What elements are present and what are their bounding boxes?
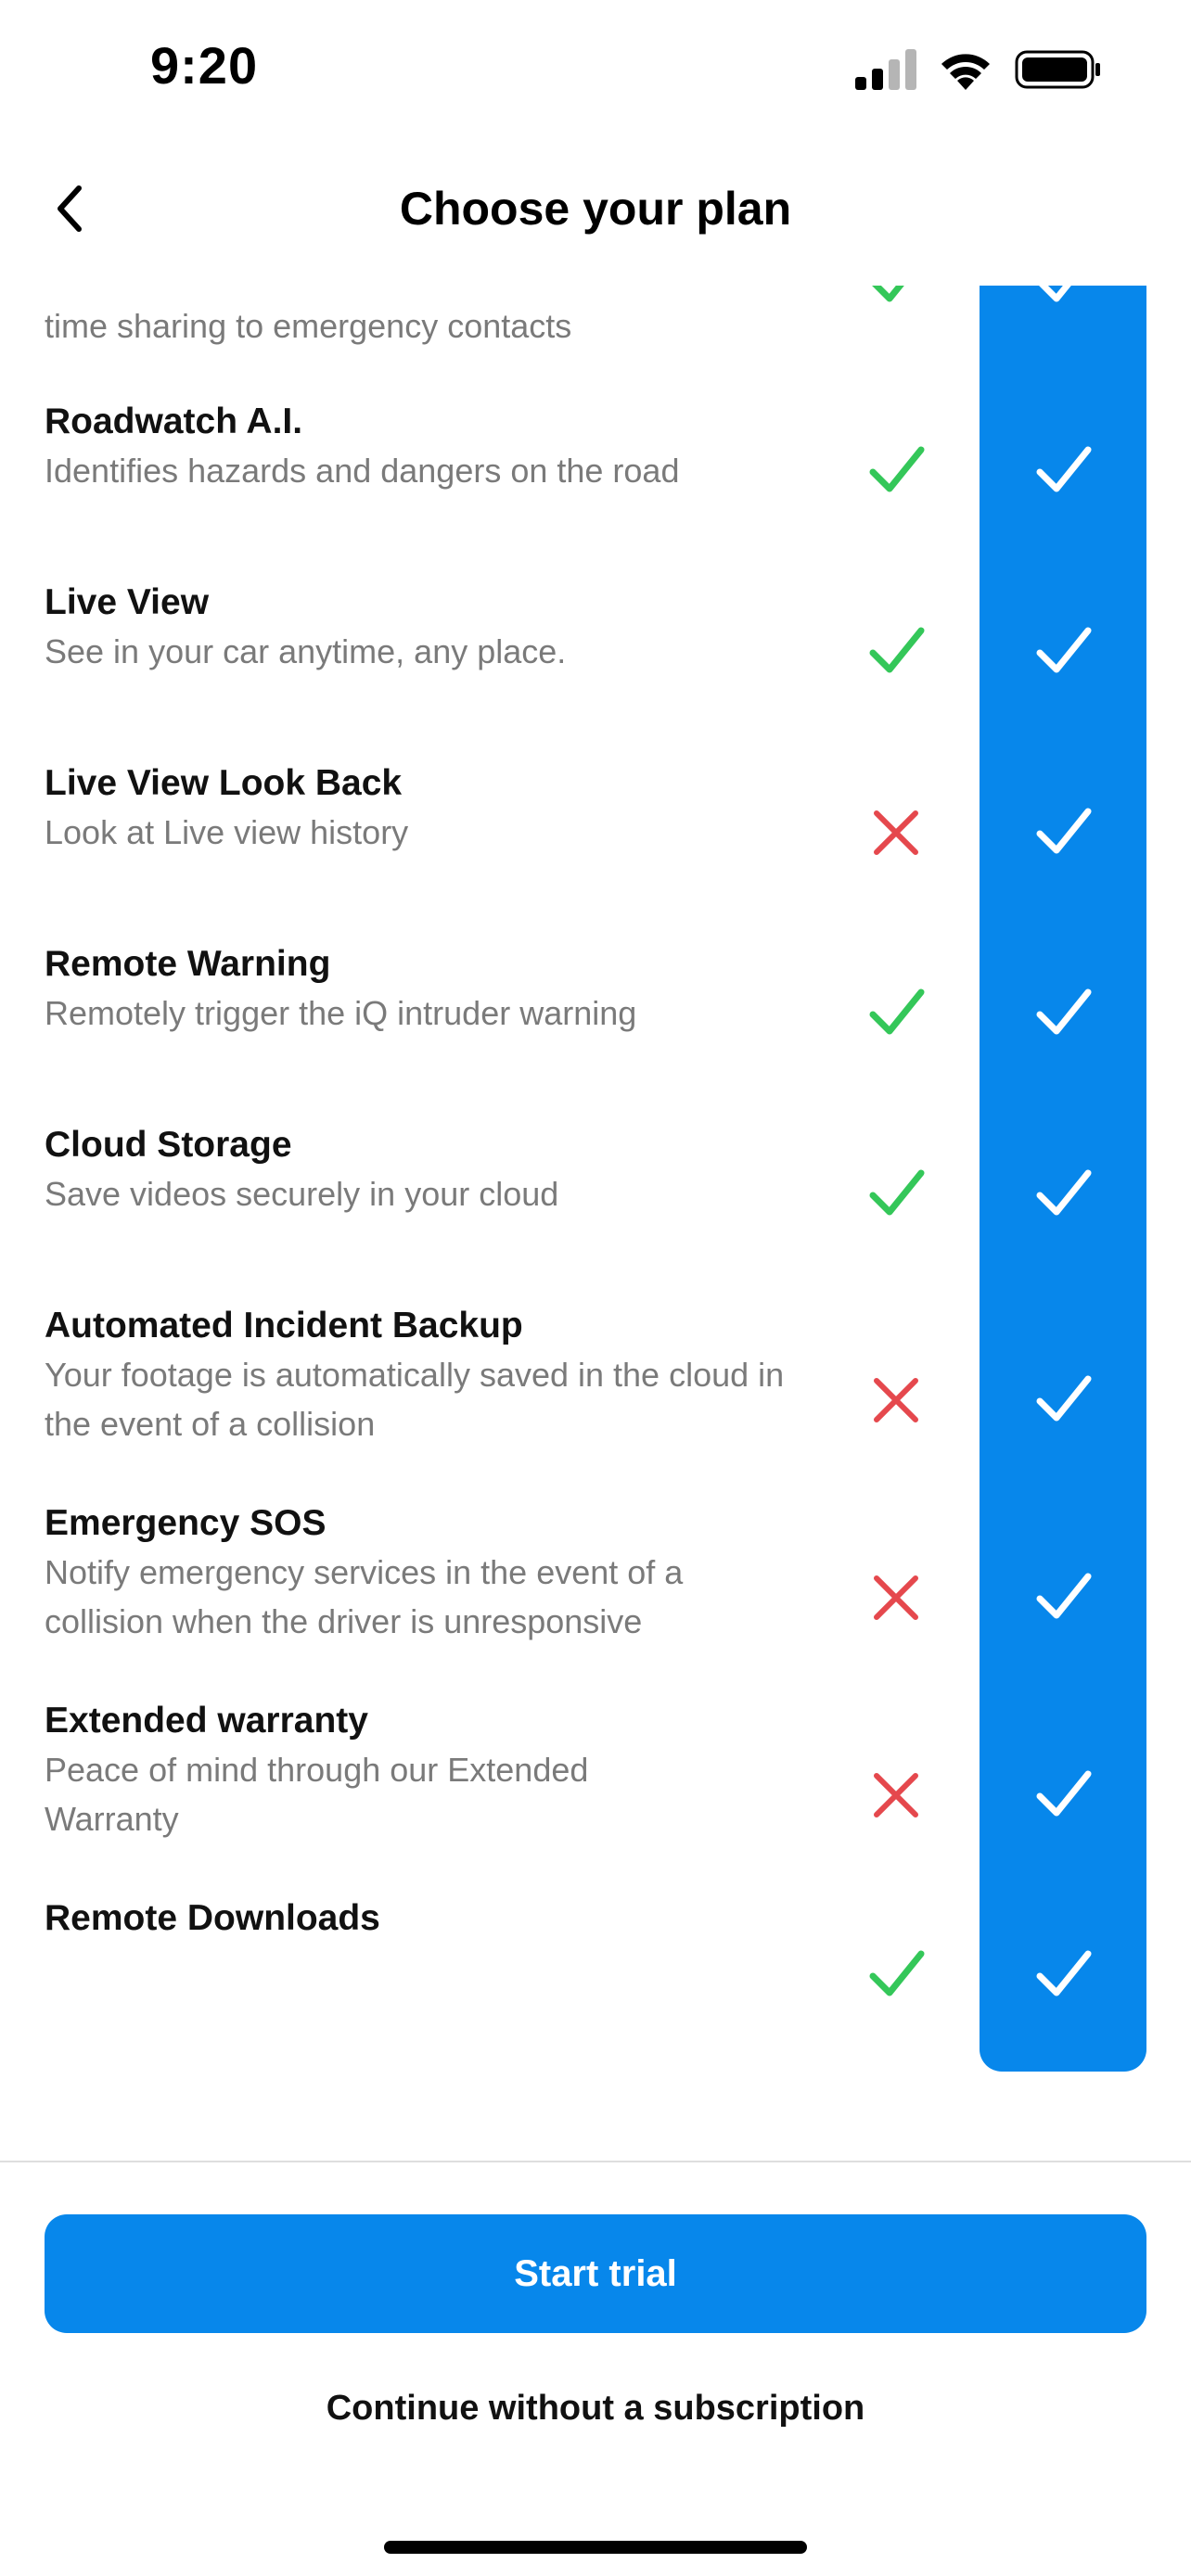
feature-description: Save videos securely in your cloud	[45, 1175, 559, 1213]
basic-plan-check-icon	[872, 286, 904, 302]
basic-plan-cross-icon	[874, 1575, 918, 1620]
premium-plan-check-icon	[1036, 627, 1092, 673]
feature-description: time sharing to emergency contacts	[45, 307, 572, 345]
premium-plan-check-icon	[1036, 1375, 1092, 1422]
feature-title: Cloud Storage	[45, 1125, 292, 1165]
basic-plan-check-icon	[869, 1950, 925, 1996]
status-icons	[855, 46, 1102, 93]
basic-plan-cross-icon	[874, 1773, 918, 1817]
status-bar: 9:20	[0, 0, 1191, 139]
home-indicator	[384, 2541, 807, 2554]
basic-plan-cross-icon	[874, 810, 918, 855]
feature-comparison-list[interactable]: time sharing to emergency contacts Roadw…	[0, 286, 1191, 2075]
battery-icon	[1015, 50, 1100, 89]
nav-bar: Choose your plan	[0, 139, 1191, 278]
basic-plan-check-icon	[869, 446, 925, 492]
feature-description: Remotely trigger the iQ intruder warning	[45, 994, 637, 1032]
feature-description: Look at Live view history	[45, 813, 409, 851]
premium-plan-check-icon	[1036, 1950, 1092, 1996]
basic-plan-check-icon	[869, 627, 925, 673]
page-title: Choose your plan	[399, 183, 792, 235]
cellular-signal-icon	[855, 49, 916, 90]
premium-plan-check-icon	[1036, 988, 1092, 1035]
feature-title: Remote Warning	[45, 944, 331, 984]
feature-description: See in your car anytime, any place.	[45, 632, 567, 670]
feature-description: Notify emergency services in the event o…	[45, 1553, 684, 1640]
feature-title: Extended warranty	[45, 1701, 368, 1741]
feature-description: Your footage is automatically saved in t…	[45, 1356, 785, 1443]
feature-title: Roadwatch A.I.	[45, 402, 303, 441]
premium-plan-check-icon	[1036, 1169, 1092, 1216]
premium-plan-check-icon	[1039, 286, 1071, 302]
feature-title: Emergency SOS	[45, 1503, 327, 1543]
premium-plan-check-icon	[1036, 1573, 1092, 1619]
feature-title: Live View Look Back	[45, 763, 403, 803]
premium-plan-check-icon	[1036, 808, 1092, 854]
premium-plan-check-icon	[1036, 1770, 1092, 1817]
wifi-icon	[941, 54, 990, 90]
premium-plan-check-icon	[1036, 446, 1092, 492]
start-trial-button[interactable]: Start trial	[45, 2214, 1146, 2333]
feature-title: Live View	[45, 582, 210, 622]
basic-plan-cross-icon	[874, 1378, 918, 1422]
basic-plan-check-icon	[869, 1169, 925, 1216]
basic-plan-check-icon	[869, 988, 925, 1035]
continue-without-subscription-link[interactable]: Continue without a subscription	[0, 2389, 1191, 2429]
status-time: 9:20	[150, 36, 259, 95]
footer-divider	[0, 2161, 1191, 2162]
feature-description: Peace of mind through our Extended Warra…	[45, 1751, 589, 1838]
feature-title: Remote Downloads	[45, 1898, 380, 1938]
feature-description: Identifies hazards and dangers on the ro…	[45, 452, 680, 490]
feature-title: Automated Incident Backup	[45, 1306, 523, 1345]
